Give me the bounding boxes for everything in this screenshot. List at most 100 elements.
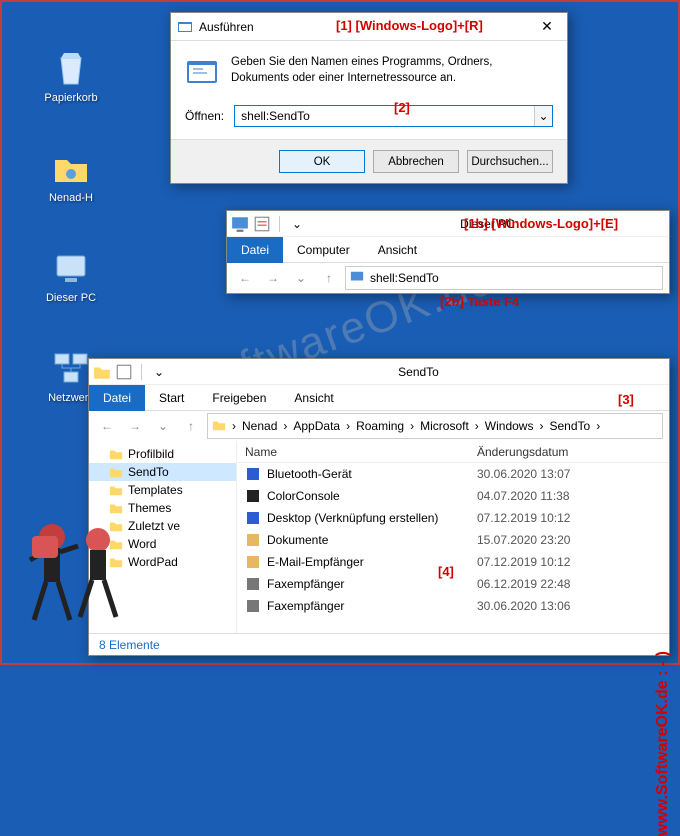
desktop-icon-recycle-bin[interactable]: Papierkorb [36,48,106,104]
pc-icon[interactable] [231,215,249,233]
chevron-right-icon: › [596,419,600,433]
chevron-right-icon: › [346,419,350,433]
explorer-window-1: ⌄ Dieser PC Datei Computer Ansicht ← → ⌄… [226,210,670,294]
run-large-icon [185,55,219,89]
desktop-icon-this-pc[interactable]: Dieser PC [36,248,106,304]
breadcrumb-item[interactable]: Microsoft [420,419,469,433]
forward-button[interactable]: → [261,266,285,290]
file-icon [245,466,261,482]
file-row[interactable]: ColorConsole04.07.2020 11:38 [237,485,669,507]
file-icon [245,488,261,504]
file-name: Desktop (Verknüpfung erstellen) [267,511,438,525]
breadcrumb-item[interactable]: AppData [293,419,340,433]
properties-icon[interactable] [115,363,133,381]
tab-file[interactable]: Datei [227,237,283,263]
breadcrumb-item[interactable]: Roaming [356,419,404,433]
open-label: Öffnen: [185,109,224,123]
tab-view[interactable]: Ansicht [364,237,431,263]
tree-item[interactable]: Zuletzt ve [89,517,236,535]
file-name: ColorConsole [267,489,340,503]
breadcrumb-item[interactable]: Windows [485,419,534,433]
close-button[interactable]: ✕ [527,13,567,41]
desktop-icon-label: Dieser PC [36,292,106,304]
browse-button[interactable]: Durchsuchen... [467,150,553,173]
chevron-down-icon[interactable]: ⌄ [150,363,168,381]
up-button[interactable]: ↑ [179,414,203,438]
file-date: 15.07.2020 23:20 [477,533,627,547]
run-titlebar[interactable]: Ausführen ✕ [171,13,567,41]
file-row[interactable]: Faxempfänger30.06.2020 13:06 [237,595,669,617]
column-headers[interactable]: Name Änderungsdatum [237,441,669,463]
ribbon-tabs: Datei Computer Ansicht [227,237,669,263]
tree-item[interactable]: SendTo [89,463,236,481]
file-row[interactable]: Bluetooth-Gerät 30.06.2020 13:07 [237,463,669,485]
file-list[interactable]: Name Änderungsdatum Bluetooth-Gerät 30.06… [237,441,669,633]
folder-icon[interactable] [93,363,111,381]
tab-view[interactable]: Ansicht [280,385,347,411]
file-date: 07.12.2019 10:12 [477,511,627,525]
ok-button[interactable]: OK [279,150,365,173]
file-date: 30.06.2020 13:07 [477,467,627,481]
status-bar: 8 Elemente [89,633,669,655]
file-icon [245,532,261,548]
tree-item[interactable]: Word [89,535,236,553]
file-row[interactable]: Desktop (Verknüpfung erstellen) 07.12.201… [237,507,669,529]
network-icon [51,348,91,388]
file-row[interactable]: Dokumente 15.07.2020 23:20 [237,529,669,551]
annotation-2b: [2b] Taste F4 [440,294,519,309]
file-icon [245,598,261,614]
breadcrumb-item[interactable]: Nenad [242,419,277,433]
status-text: 8 Elemente [99,638,160,652]
address-text: shell:SendTo [370,271,439,285]
tree-item[interactable]: Templates [89,481,236,499]
quick-access-toolbar: ⌄ SendTo [89,359,669,385]
back-button[interactable]: ← [95,414,119,438]
breadcrumb-bar[interactable]: › Nenad›AppData›Roaming›Microsoft›Window… [207,413,663,439]
tab-computer[interactable]: Computer [283,237,364,263]
properties-icon[interactable] [253,215,271,233]
tree-item[interactable]: Themes [89,499,236,517]
file-row[interactable]: Faxempfänger06.12.2019 22:48 [237,573,669,595]
tab-file[interactable]: Datei [89,385,145,411]
file-name: Faxempfänger [267,599,344,613]
chevron-down-icon[interactable]: ⌄ [151,414,175,438]
folder-icon [109,447,123,461]
folder-icon [109,465,123,479]
recycle-bin-icon [51,48,91,88]
file-row[interactable]: E-Mail-Empfänger07.12.2019 10:12 [237,551,669,573]
folder-icon [109,501,123,515]
folder-icon [109,555,123,569]
file-icon [245,576,261,592]
file-icon [245,554,261,570]
tab-start[interactable]: Start [145,385,198,411]
run-combobox[interactable]: ⌄ [234,105,553,127]
forward-button[interactable]: → [123,414,147,438]
chevron-down-icon[interactable]: ⌄ [288,215,306,233]
chevron-right-icon: › [283,419,287,433]
file-name: Dokumente [267,533,328,547]
cancel-button[interactable]: Abbrechen [373,150,459,173]
tab-share[interactable]: Freigeben [198,385,280,411]
col-name[interactable]: Name [237,445,477,459]
tree-item[interactable]: Profilbild [89,445,236,463]
tree-item[interactable]: WordPad [89,553,236,571]
file-date: 07.12.2019 10:12 [477,555,627,569]
nav-tree[interactable]: ProfilbildSendToTemplatesThemesZuletzt v… [89,441,237,633]
folder-user-icon [51,148,91,188]
folder-icon [212,418,226,435]
back-button[interactable]: ← [233,266,257,290]
up-button[interactable]: ↑ [317,266,341,290]
file-name: Bluetooth-Gerät [267,467,352,481]
address-row: ← → ⌄ ↑ shell:SendTo [227,263,669,293]
col-date[interactable]: Änderungsdatum [477,445,627,459]
run-icon [177,19,193,35]
breadcrumb-item[interactable]: SendTo [549,419,590,433]
chevron-right-icon: › [410,419,414,433]
window-title: SendTo [398,365,439,379]
run-input[interactable] [235,106,534,126]
address-bar[interactable]: shell:SendTo [345,266,663,290]
pc-icon [51,248,91,288]
chevron-down-icon[interactable]: ⌄ [289,266,313,290]
chevron-down-icon[interactable]: ⌄ [534,106,552,126]
desktop-icon-user-folder[interactable]: Nenad-H [36,148,106,204]
